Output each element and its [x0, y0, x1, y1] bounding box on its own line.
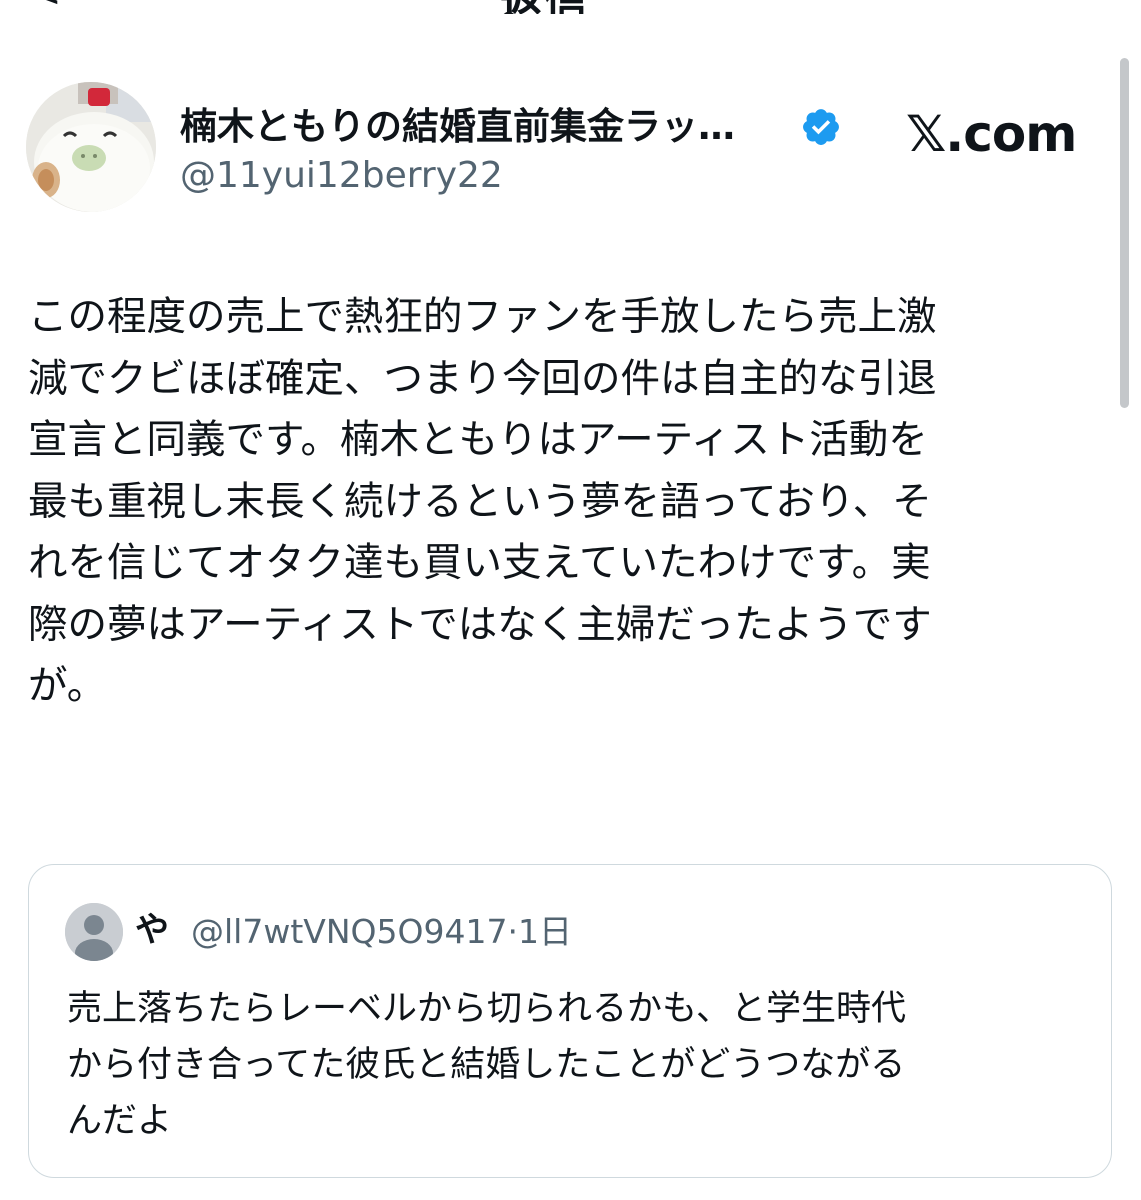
back-arrow-icon[interactable]: <: [28, 0, 62, 14]
verified-badge-icon: [803, 109, 839, 145]
top-navigation-bar: < 返信: [0, 0, 1141, 14]
quoted-author-meta: @ll7wtVNQ5O9417·1日: [191, 909, 572, 955]
tweet-text: この程度の売上で熱狂的ファンを手放したら売上激 減でクビほぼ確定、つまり今回の件…: [28, 294, 937, 709]
page-title: 返信: [500, 0, 588, 14]
quoted-tweet-time[interactable]: 1日: [518, 912, 572, 951]
author-handle[interactable]: @11yui12berry22: [180, 153, 503, 199]
meta-separator: ·: [507, 912, 518, 951]
x-com-logo[interactable]: 𝕏.com: [906, 104, 1077, 164]
default-avatar-icon[interactable]: [65, 903, 123, 961]
default-avatar-silhouette: [65, 903, 123, 961]
author-avatar[interactable]: [26, 82, 156, 212]
quoted-author-handle[interactable]: @ll7wtVNQ5O9417: [191, 912, 507, 951]
author-display-name[interactable]: 楠木ともりの結婚直前集金ラッ…: [180, 104, 735, 150]
quoted-tweet-card[interactable]: や @ll7wtVNQ5O9417·1日 売上落ちたらレーベルから切られるかも、…: [28, 864, 1112, 1178]
quoted-author-name[interactable]: や: [135, 907, 169, 953]
scrollbar[interactable]: [1120, 58, 1129, 408]
plush-avatar-image: [26, 82, 156, 212]
quoted-tweet-text: 売上落ちたらレーベルから切られるかも、と学生時代 から付き合ってた彼氏と結婚した…: [67, 989, 906, 1141]
